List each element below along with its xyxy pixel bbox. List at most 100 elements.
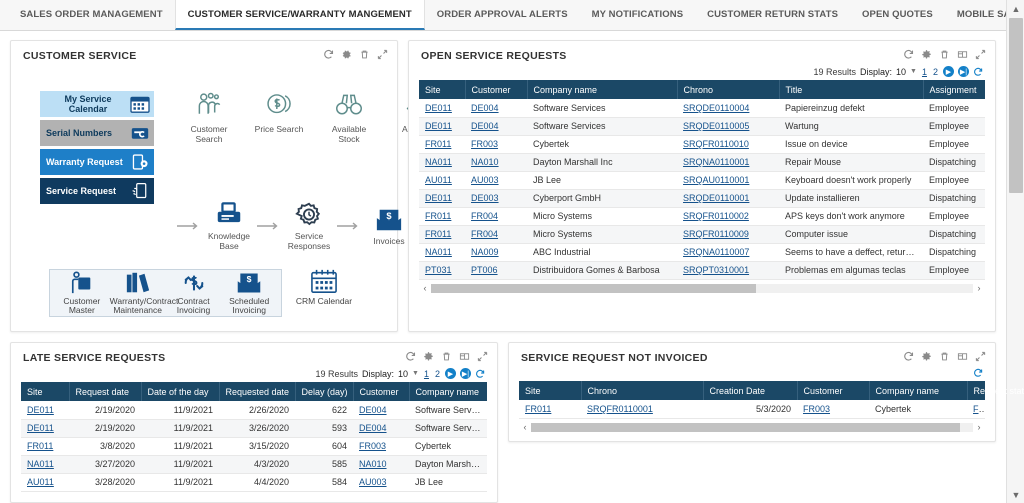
table-icon[interactable]: [957, 49, 968, 60]
cell-1[interactable]: NA009: [465, 243, 528, 262]
column-header-5[interactable]: Customer: [353, 382, 410, 401]
gear-icon[interactable]: [423, 351, 434, 362]
cell-3[interactable]: FR003: [797, 400, 869, 419]
cell-3[interactable]: SRQDE0110005: [677, 117, 780, 136]
cell-link[interactable]: NA009: [471, 247, 499, 257]
trash-icon[interactable]: [359, 49, 370, 60]
refresh-icon[interactable]: [903, 49, 914, 60]
scheduled-invoicing-button[interactable]: $ Scheduled Invoicing: [221, 271, 277, 316]
column-header-3[interactable]: Chrono: [677, 80, 780, 99]
expand-icon[interactable]: [377, 49, 388, 60]
page-2-link[interactable]: 2: [932, 67, 939, 77]
tile-serial-numbers[interactable]: Serial Numbers: [40, 120, 154, 146]
cell-3[interactable]: SRQDE0110001: [677, 189, 780, 208]
cell-link[interactable]: DE011: [27, 423, 54, 433]
refresh-table-icon[interactable]: [973, 67, 983, 77]
gear-icon[interactable]: [921, 49, 932, 60]
cell-0[interactable]: DE011: [21, 401, 69, 420]
table-row[interactable]: DE011 2/19/2020 11/9/2021 2/26/2020 622 DE004…: [21, 401, 487, 420]
tab-5[interactable]: OPEN QUOTES: [850, 0, 945, 30]
cell-link[interactable]: SRQDE0110005: [683, 121, 749, 131]
trash-icon[interactable]: [939, 351, 950, 362]
trash-icon[interactable]: [441, 351, 452, 362]
cell-link[interactable]: PT006: [471, 265, 498, 275]
cell-1[interactable]: DE004: [465, 117, 528, 136]
cell-0[interactable]: DE011: [21, 419, 69, 438]
column-header-1[interactable]: Request date: [69, 382, 142, 401]
cell-0[interactable]: AU011: [21, 473, 69, 492]
scroll-up-icon[interactable]: ▲: [1007, 0, 1024, 17]
cell-0[interactable]: FR011: [419, 207, 466, 226]
scroll-track[interactable]: [531, 422, 973, 432]
cell-5[interactable]: NA010: [353, 455, 409, 474]
refresh-table-icon[interactable]: [475, 369, 485, 379]
cell-link[interactable]: SRQNA0110007: [683, 247, 749, 257]
column-header-0[interactable]: Site: [419, 80, 466, 99]
table-row[interactable]: FR011 FR004 Micro Systems SRQFR0110002 APS k…: [419, 207, 985, 226]
cell-link[interactable]: NA011: [27, 459, 54, 469]
cell-link[interactable]: FR011: [425, 211, 451, 221]
tab-3[interactable]: MY NOTIFICATIONS: [580, 0, 696, 30]
column-header-1[interactable]: Customer: [465, 80, 528, 99]
cell-1[interactable]: DE003: [465, 189, 528, 208]
table-row[interactable]: DE011 DE004 Software Services SRQDE0110005 W…: [419, 117, 985, 136]
cell-1[interactable]: SRQFR0110001: [581, 400, 703, 419]
available-stock-button[interactable]: Available Stock: [323, 88, 375, 144]
cell-link[interactable]: DE004: [359, 405, 387, 415]
cell-link[interactable]: FR003: [803, 404, 830, 414]
cell-link[interactable]: AU011: [27, 477, 54, 487]
cell-3[interactable]: SRQDE0110004: [677, 99, 780, 118]
tile-warranty-request[interactable]: Warranty Request: [40, 149, 154, 175]
cell-1[interactable]: NA010: [465, 153, 528, 172]
cell-link[interactable]: NA010: [359, 459, 387, 469]
refresh-icon[interactable]: [903, 351, 914, 362]
cell-link[interactable]: FR004: [471, 229, 498, 239]
column-header-4[interactable]: Delay (day): [295, 382, 354, 401]
cell-0[interactable]: NA011: [21, 455, 69, 474]
table-icon[interactable]: [459, 351, 470, 362]
table-row[interactable]: NA011 3/27/2020 11/9/2021 4/3/2020 585 NA010 D…: [21, 455, 487, 474]
column-header-4[interactable]: Company name: [869, 381, 968, 400]
expand-icon[interactable]: [975, 49, 986, 60]
scroll-right-icon[interactable]: ›: [973, 422, 985, 432]
column-header-2[interactable]: Date of the day: [141, 382, 220, 401]
column-header-0[interactable]: Site: [21, 382, 70, 401]
table-row[interactable]: DE011 DE003 Cyberport GmbH SRQDE0110001 Upda…: [419, 189, 985, 208]
crm-calendar-button[interactable]: CRM Calendar: [295, 269, 353, 307]
cell-1[interactable]: AU003: [465, 171, 528, 190]
cell-link[interactable]: FR004: [471, 211, 498, 221]
cell-link[interactable]: SRQFR0110010: [683, 139, 749, 149]
expand-icon[interactable]: [477, 351, 488, 362]
column-header-1[interactable]: Chrono: [581, 381, 704, 400]
customer-search-button[interactable]: Customer Search: [183, 88, 235, 144]
cell-link[interactable]: DE011: [27, 405, 54, 415]
column-header-2[interactable]: Creation Date: [703, 381, 798, 400]
table-row[interactable]: NA011 NA010 Dayton Marshall Inc SRQNA011000…: [419, 153, 985, 172]
cell-3[interactable]: SRQFR0110009: [677, 225, 780, 244]
cell-0[interactable]: DE011: [419, 189, 466, 208]
cell-0[interactable]: DE011: [419, 99, 466, 118]
cell-link[interactable]: SRQNA0110001: [683, 157, 749, 167]
scrollbar-thumb[interactable]: [1009, 18, 1023, 193]
expand-icon[interactable]: [975, 351, 986, 362]
cell-link[interactable]: NA010: [471, 157, 499, 167]
last-page-icon[interactable]: ▶|: [460, 368, 471, 379]
customer-master-button[interactable]: $ Customer Master: [54, 270, 110, 316]
refresh-icon[interactable]: [323, 49, 334, 60]
table-row[interactable]: FR011 3/8/2020 11/9/2021 3/15/2020 604 FR003 C…: [21, 437, 487, 456]
cell-0[interactable]: AU011: [419, 171, 466, 190]
column-header-0[interactable]: Site: [519, 381, 582, 400]
cell-link[interactable]: DE011: [425, 103, 452, 113]
page-scrollbar[interactable]: ▲ ▼: [1006, 0, 1024, 503]
display-selector[interactable]: Display: 10 ▼: [860, 67, 917, 77]
cell-0[interactable]: NA011: [419, 153, 466, 172]
gear-icon[interactable]: [921, 351, 932, 362]
cell-link[interactable]: SRQDE0110004: [683, 103, 749, 113]
cell-link[interactable]: AU011: [425, 175, 452, 185]
cell-link[interactable]: FR011: [525, 404, 551, 414]
tab-2[interactable]: ORDER APPROVAL ALERTS: [425, 0, 580, 30]
table-row[interactable]: FR011 FR004 Micro Systems SRQFR0110009 Compu…: [419, 225, 985, 244]
scroll-thumb[interactable]: [531, 422, 960, 432]
cell-link[interactable]: FR003: [471, 139, 498, 149]
cell-link[interactable]: SRQDE0110001: [683, 193, 749, 203]
